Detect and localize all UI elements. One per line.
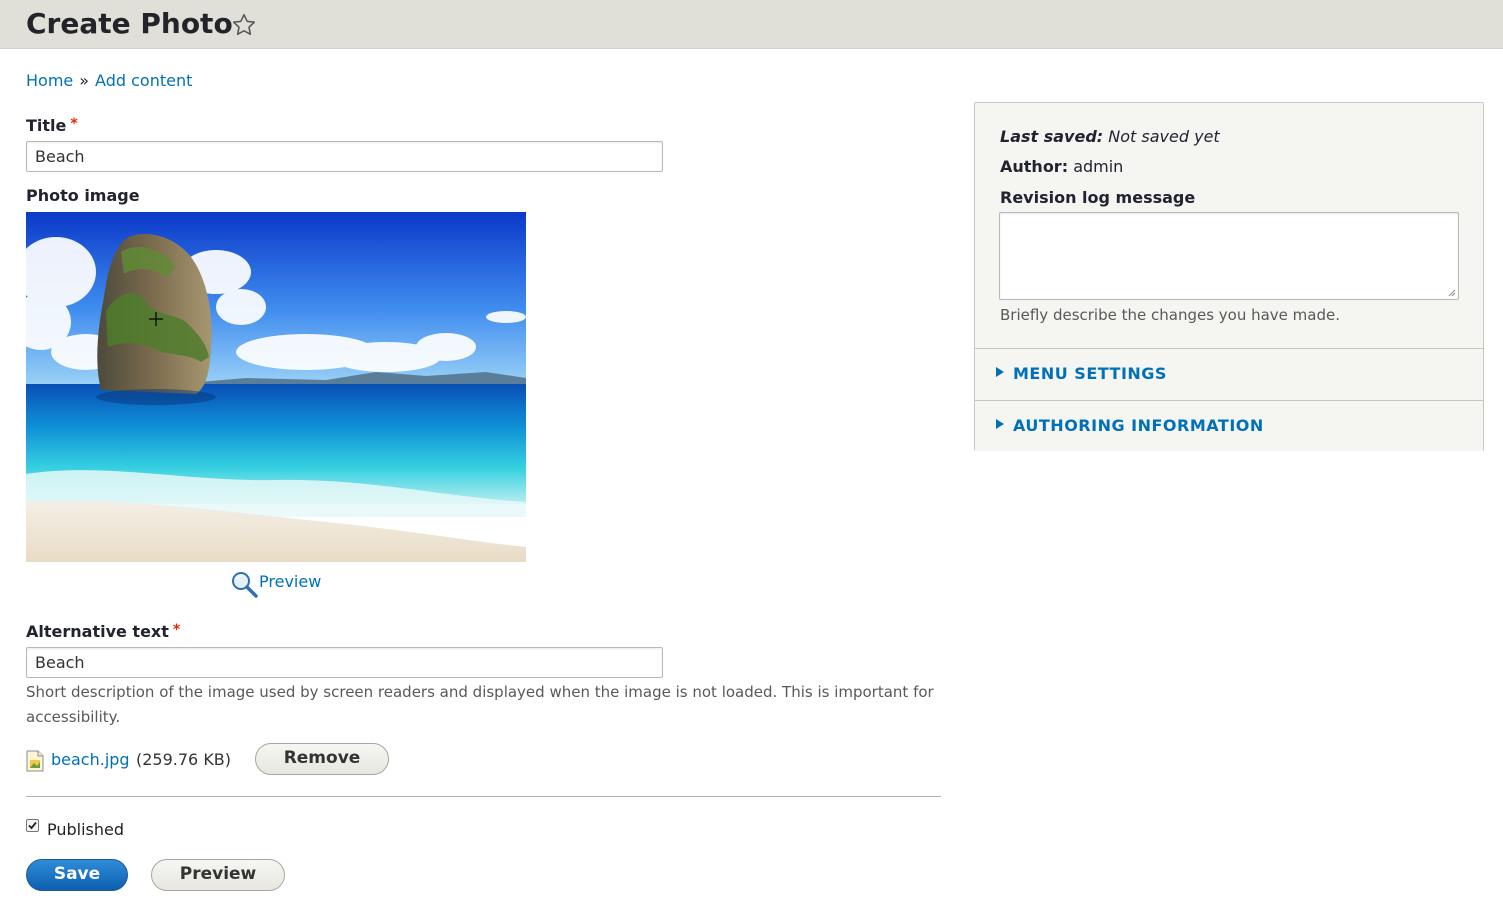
title-input[interactable] [26, 141, 663, 172]
title-label-text: Title [26, 116, 67, 135]
triangle-right-icon [996, 419, 1004, 429]
breadcrumb-separator: » [79, 71, 90, 90]
revision-log-help: Briefly describe the changes you have ma… [1000, 306, 1341, 324]
page-title: Create Photo [26, 7, 233, 40]
author-label: Author: [1000, 157, 1069, 176]
menu-settings-summary: MENU SETTINGS [1013, 364, 1167, 383]
title-label: Title * [26, 116, 78, 135]
image-file-icon [26, 750, 44, 772]
star-outline-icon[interactable] [231, 12, 257, 38]
alt-text-input[interactable] [26, 647, 663, 678]
magnifier-icon [232, 572, 258, 598]
breadcrumb: Home » Add content [26, 71, 192, 90]
authoring-information-details[interactable]: AUTHORING INFORMATION [975, 400, 1483, 451]
required-marker: * [172, 622, 181, 638]
file-size: (259.76 KB) [136, 750, 232, 769]
file-name-link[interactable]: beach.jpg [51, 750, 130, 769]
preview-button[interactable]: Preview [151, 859, 285, 891]
published-label[interactable]: Published [47, 820, 124, 839]
form-divider [26, 796, 941, 797]
beach-photo [26, 212, 526, 562]
remove-button[interactable]: Remove [255, 743, 389, 775]
breadcrumb-home[interactable]: Home [26, 71, 73, 90]
triangle-right-icon [996, 367, 1004, 377]
resize-grip-icon[interactable] [1448, 289, 1456, 297]
page-header: Create Photo [0, 0, 1503, 49]
alt-text-label: Alternative text * [26, 622, 180, 641]
alt-text-label-text: Alternative text [26, 622, 169, 641]
required-marker: * [70, 116, 78, 132]
photo-image-label: Photo image [26, 186, 140, 205]
revision-log-label: Revision log message [1000, 188, 1196, 207]
photo-image-preview[interactable] [26, 212, 526, 562]
checkmark-icon [28, 821, 37, 830]
last-saved-line: Last saved: Not saved yet [1000, 127, 1220, 146]
published-checkbox[interactable] [26, 819, 39, 832]
authoring-information-summary: AUTHORING INFORMATION [1013, 416, 1264, 435]
last-saved-label: Last saved: [1000, 127, 1104, 146]
image-preview-label: Preview [259, 572, 322, 591]
last-saved-value: Not saved yet [1108, 127, 1220, 146]
save-button[interactable]: Save [26, 859, 128, 891]
menu-settings-details[interactable]: MENU SETTINGS [975, 348, 1483, 401]
author-line: Author: admin [1000, 157, 1123, 176]
revision-log-textarea[interactable] [999, 212, 1459, 300]
author-value: admin [1073, 157, 1124, 176]
breadcrumb-add-content[interactable]: Add content [95, 71, 192, 90]
alt-text-description: Short description of the image used by s… [26, 683, 934, 726]
meta-sidebar: Last saved: Not saved yet Author: admin … [974, 102, 1484, 451]
